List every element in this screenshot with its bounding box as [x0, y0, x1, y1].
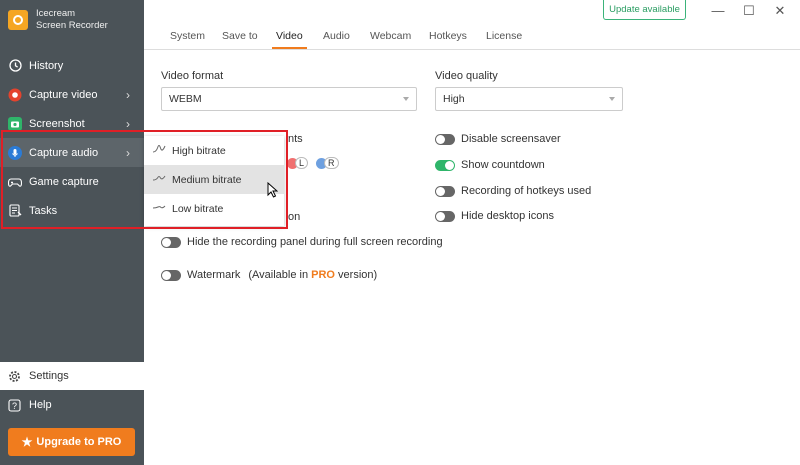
sidebar-item-label: Capture audio — [29, 146, 99, 159]
chevron-right-icon: › — [126, 146, 130, 160]
sidebar-item-label: Tasks — [29, 204, 58, 217]
menu-item-medium-bitrate[interactable]: Medium bitrate — [144, 165, 284, 194]
high-wave-icon — [152, 143, 166, 158]
svg-text:?: ? — [12, 401, 17, 411]
history-icon — [8, 59, 22, 73]
menu-item-high-bitrate[interactable]: High bitrate — [144, 136, 284, 165]
tab-license[interactable]: License — [486, 30, 522, 42]
tab-system[interactable]: System — [170, 30, 205, 42]
sidebar-item-capture-audio[interactable]: Capture audio › — [0, 138, 144, 167]
tasks-icon — [8, 204, 22, 218]
obscured-option-label: nts — [288, 133, 303, 145]
hide-recording-panel-toggle[interactable]: Hide the recording panel during full scr… — [161, 236, 443, 248]
video-format-select[interactable]: WEBM — [161, 87, 417, 111]
recording-hotkeys-toggle[interactable]: Recording of hotkeys used — [435, 185, 591, 197]
low-wave-icon — [152, 201, 166, 216]
tab-audio[interactable]: Audio — [323, 30, 350, 42]
sidebar-item-label: Capture video — [29, 88, 98, 101]
sidebar-item-label: Game capture — [29, 175, 99, 188]
disable-screensaver-toggle[interactable]: Disable screensaver — [435, 133, 561, 145]
channel-selector: L R — [287, 157, 347, 169]
upgrade-to-pro-button[interactable]: ★ Upgrade to PRO — [8, 428, 135, 456]
sidebar-item-tasks[interactable]: Tasks — [0, 196, 144, 225]
app-logo: Icecream Screen Recorder — [8, 8, 108, 32]
sidebar-item-game-capture[interactable]: Game capture — [0, 167, 144, 196]
chevron-down-icon — [403, 97, 409, 101]
help-icon: ? — [8, 398, 22, 412]
sidebar-item-history[interactable]: History — [0, 51, 144, 80]
watermark-note: (Available in PRO version) — [248, 269, 378, 281]
menu-item-low-bitrate[interactable]: Low bitrate — [144, 194, 284, 223]
toggle-switch[interactable] — [435, 185, 455, 197]
sidebar-item-label: Help — [29, 399, 52, 411]
hide-desktop-icons-toggle[interactable]: Hide desktop icons — [435, 210, 554, 222]
medium-wave-icon — [152, 172, 166, 187]
obscured-option-label: on — [288, 211, 301, 223]
tab-video[interactable]: Video — [272, 30, 307, 49]
settings-tabs: System Save to Video Audio Webcam Hotkey… — [144, 28, 800, 50]
video-format-label: Video format — [161, 70, 224, 82]
toggle-switch[interactable] — [161, 269, 181, 281]
logo-icon — [8, 10, 28, 30]
video-quality-select[interactable]: High — [435, 87, 623, 111]
right-channel-chip[interactable]: R — [316, 157, 339, 169]
maximize-icon[interactable]: ☐ — [742, 3, 756, 19]
chevron-right-icon: › — [126, 117, 130, 131]
tab-webcam[interactable]: Webcam — [370, 30, 411, 42]
sidebar-item-label: Screenshot — [29, 117, 85, 130]
chevron-right-icon: › — [126, 88, 130, 102]
left-channel-chip[interactable]: L — [287, 157, 309, 169]
record-icon — [8, 88, 22, 102]
sidebar: Icecream Screen Recorder History Capture… — [0, 0, 144, 465]
gear-icon — [8, 370, 22, 383]
sidebar-item-capture-video[interactable]: Capture video › — [0, 80, 144, 109]
watermark-toggle[interactable]: Watermark (Available in PRO version) — [161, 269, 377, 281]
video-quality-label: Video quality — [435, 70, 498, 82]
capture-audio-menu: High bitrate Medium bitrate Low bitrate — [144, 136, 284, 226]
close-icon[interactable]: ✕ — [773, 3, 787, 19]
minimize-icon[interactable]: — — [711, 3, 725, 18]
update-available-button[interactable]: Update available — [603, 0, 686, 20]
camera-icon — [8, 116, 22, 131]
sidebar-item-label: Settings — [29, 370, 69, 382]
mouse-cursor-icon — [267, 181, 279, 201]
sidebar-item-help[interactable]: ? Help — [0, 391, 144, 419]
sidebar-item-settings[interactable]: Settings — [0, 362, 144, 390]
gamepad-icon — [8, 175, 22, 189]
toggle-switch[interactable] — [161, 236, 181, 248]
tab-save-to[interactable]: Save to — [222, 30, 258, 42]
star-icon: ★ — [21, 435, 33, 449]
sidebar-nav: History Capture video › Screenshot › Cap… — [0, 51, 144, 225]
toggle-switch[interactable] — [435, 133, 455, 145]
sidebar-item-screenshot[interactable]: Screenshot › — [0, 109, 144, 138]
microphone-icon — [8, 145, 22, 160]
toggle-switch[interactable] — [435, 210, 455, 222]
tab-hotkeys[interactable]: Hotkeys — [429, 30, 467, 42]
toggle-switch[interactable] — [435, 159, 455, 171]
sidebar-item-label: History — [29, 59, 64, 72]
app-name: Icecream Screen Recorder — [36, 8, 108, 31]
show-countdown-toggle[interactable]: Show countdown — [435, 159, 545, 171]
chevron-down-icon — [609, 97, 615, 101]
